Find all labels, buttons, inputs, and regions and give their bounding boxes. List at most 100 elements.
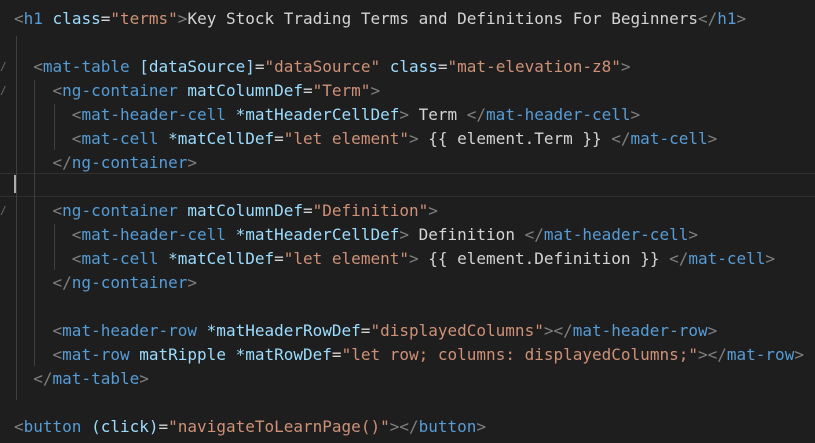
code-line[interactable]: <h1 class="terms">Key Stock Trading Term… [0, 7, 815, 31]
code-line[interactable]: ∕ <ng-container matColumnDef="Definition… [0, 199, 815, 223]
code-token: > [408, 249, 419, 268]
code-token: Definition [408, 225, 525, 244]
code-token: class [52, 9, 101, 28]
code-text: <mat-header-row *matHeaderRowDef="displa… [14, 319, 718, 343]
code-line[interactable] [0, 31, 815, 55]
code-token: </ [697, 9, 718, 28]
code-token: {{ element.Definition }} [418, 249, 670, 268]
code-token: </ [52, 273, 72, 292]
code-token: < [52, 345, 63, 364]
code-line[interactable]: < mat-header-cell *matHeaderCellDef > Term… [0, 103, 815, 127]
code-line[interactable]: ∕ <mat-table [dataSource] = "dataSource" c… [0, 55, 815, 79]
code-token: < [14, 9, 24, 28]
code-token: mat-header-row [572, 321, 708, 340]
code-line[interactable]: <button (click)="navigateToLearnPage()">… [0, 415, 815, 439]
code-line[interactable]: </ng-container> [0, 271, 815, 295]
code-token: mat-header-cell [486, 105, 631, 124]
code-token: < [71, 249, 82, 268]
code-line[interactable]: <mat-cell *matCellDef="let element"> {{ … [0, 127, 815, 151]
code-line[interactable]: ∕ <ng-container matColumnDef="Term"> [0, 79, 815, 103]
fold-chevron-icon[interactable]: ∕ [0, 85, 8, 96]
code-token: ng-container [62, 201, 178, 220]
code-token: mat-cell [630, 129, 708, 148]
code-token: < [52, 201, 63, 220]
code-token: ></ [697, 345, 727, 364]
code-token: > [630, 105, 641, 124]
code-line[interactable]: </ng-container> [0, 151, 815, 175]
code-token: "navigateToLearnPage()" [168, 417, 390, 436]
code-token: > [399, 225, 409, 244]
code-line[interactable]: <mat-cell *matCellDef="let element"> {{ … [0, 247, 815, 271]
code-line[interactable]: <mat-header-cell *matHeaderCellDef> Defi… [0, 223, 815, 247]
code-text: <mat-cell *matCellDef="let element"> {{ … [14, 127, 717, 151]
code-token: *matHeaderCellDef [235, 105, 400, 124]
code-line[interactable] [0, 295, 815, 319]
code-token: > [765, 249, 776, 268]
code-token: < [33, 57, 43, 76]
code-token: = [437, 57, 448, 76]
code-token: = [100, 9, 111, 28]
code-editor[interactable]: <h1 class="terms">Key Stock Trading Term… [0, 0, 815, 443]
code-token: "Term" [312, 81, 371, 100]
code-line[interactable] [0, 391, 815, 415]
code-token: mat-header-cell [81, 225, 226, 244]
code-token: ></ [543, 321, 573, 340]
code-token: </ [669, 249, 689, 268]
code-text: <mat-header-cell *matHeaderCellDef> Defi… [14, 223, 698, 247]
code-token: = [331, 345, 342, 364]
code-line[interactable]: <mat-row matRipple *matRowDef="let row; … [0, 343, 815, 367]
code-token: ng-container [71, 273, 188, 292]
code-token: matColumnDef [187, 81, 303, 100]
code-token: mat-table [42, 57, 130, 76]
code-token: [dataSource] [139, 57, 255, 76]
code-token: </ [524, 225, 544, 244]
code-token: *matCellDef [168, 249, 275, 268]
code-token: ></ [389, 417, 419, 436]
code-token: > [177, 9, 188, 28]
code-token: > [408, 129, 419, 148]
code-line[interactable] [0, 175, 815, 199]
code-token: > [736, 9, 747, 28]
code-token: = [303, 201, 313, 220]
code-token: < [71, 105, 82, 124]
code-token: Term [408, 105, 467, 124]
fold-chevron-icon[interactable]: ∕ [0, 61, 8, 72]
code-token: < [14, 417, 24, 436]
code-token: > [476, 417, 487, 436]
code-line[interactable]: <mat-header-row *matHeaderRowDef="displa… [0, 319, 815, 343]
code-token: < [71, 129, 82, 148]
code-token: {{ element.Term }} [418, 129, 612, 148]
code-line[interactable]: </mat-table> [0, 367, 815, 391]
code-token: "let element" [283, 249, 409, 268]
code-token: > [688, 225, 698, 244]
code-token: > [139, 369, 149, 388]
code-token: "displayedColumns" [370, 321, 544, 340]
code-text: <mat-row matRipple *matRowDef="let row; … [14, 343, 804, 367]
code-token: class [389, 57, 438, 76]
code-text: <ng-container matColumnDef="Definition"> [14, 199, 438, 223]
code-token: Key Stock Trading Terms and Definitions … [187, 9, 698, 28]
code-token: mat-cell [688, 249, 766, 268]
code-token: </ [52, 153, 72, 172]
code-token: *matHeaderCellDef [235, 225, 400, 244]
code-token: "Definition" [312, 201, 429, 220]
fold-chevron-icon[interactable]: ∕ [0, 205, 8, 216]
code-token: > [620, 57, 631, 76]
code-text: <mat-cell *matCellDef="let element"> {{ … [14, 247, 775, 271]
code-token: matColumnDef [187, 201, 303, 220]
code-token: *matHeaderRowDef [206, 321, 361, 340]
code-token: button [418, 417, 477, 436]
